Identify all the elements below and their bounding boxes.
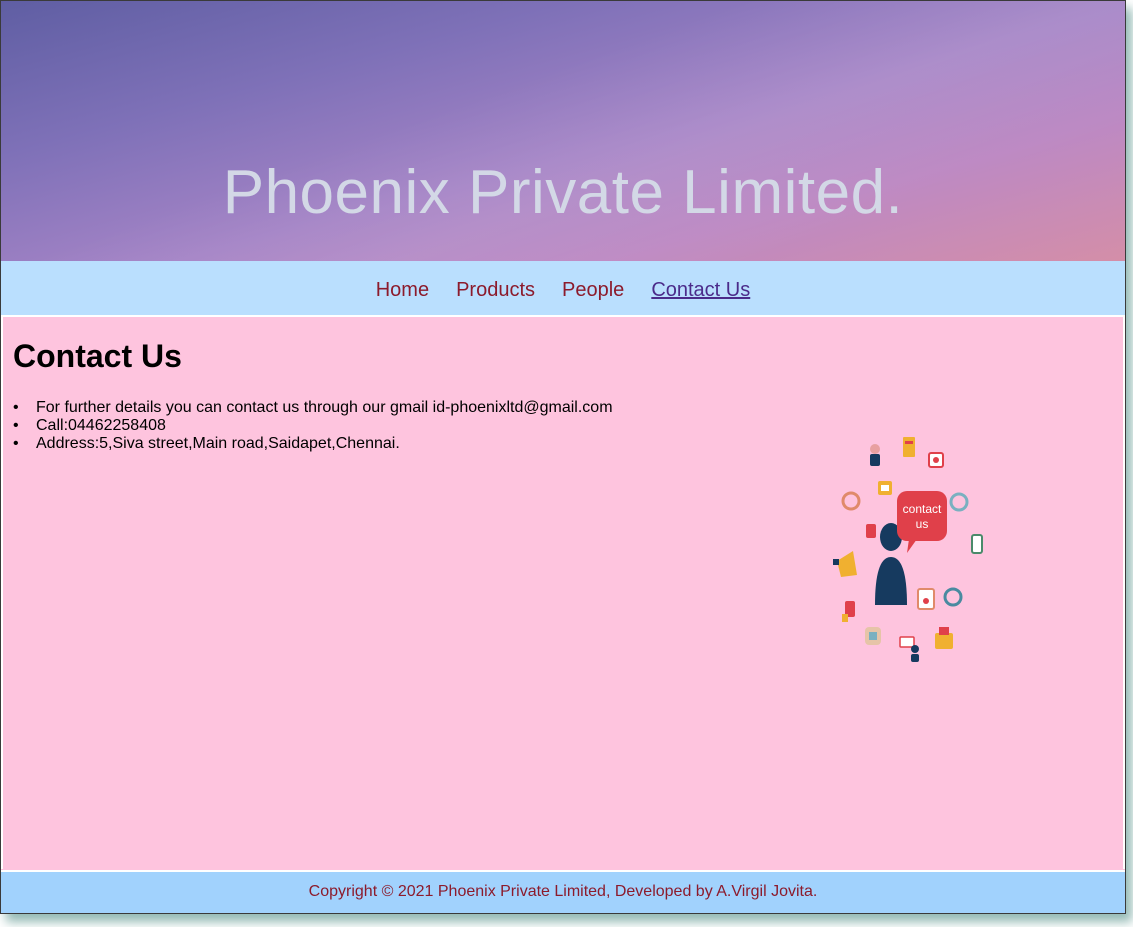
contact-us-illustration: contact us — [833, 437, 983, 662]
speech-bubble: contact us — [897, 491, 947, 553]
contact-info-list: For further details you can contact us t… — [13, 399, 613, 453]
contact-phone-item: Call:04462258408 — [13, 417, 613, 435]
nav-link-home[interactable]: Home — [376, 278, 429, 302]
contact-address-item: Address:5,Siva street,Main road,Saidapet… — [13, 435, 613, 453]
copyright-text: Copyright © 2021 Phoenix Private Limited… — [308, 883, 818, 900]
footer: Copyright © 2021 Phoenix Private Limited… — [1, 870, 1125, 913]
bubble-text-line1: contact — [903, 502, 942, 516]
contact-email-item: For further details you can contact us t… — [13, 399, 613, 417]
page-frame: Phoenix Private Limited. Home Products P… — [0, 0, 1126, 914]
page-heading: Contact Us — [13, 338, 182, 374]
nav-bar: Home Products People Contact Us — [1, 261, 1125, 317]
bubble-text-line2: us — [916, 517, 929, 531]
nav-links: Home Products People Contact Us — [376, 278, 751, 302]
nav-link-people[interactable]: People — [562, 278, 624, 302]
nav-link-contact-us[interactable]: Contact Us — [651, 278, 750, 302]
nav-link-products[interactable]: Products — [456, 278, 535, 302]
header-banner: Phoenix Private Limited. — [1, 1, 1125, 261]
site-title: Phoenix Private Limited. — [222, 158, 904, 227]
main-content: Contact Us For further details you can c… — [1, 317, 1125, 869]
